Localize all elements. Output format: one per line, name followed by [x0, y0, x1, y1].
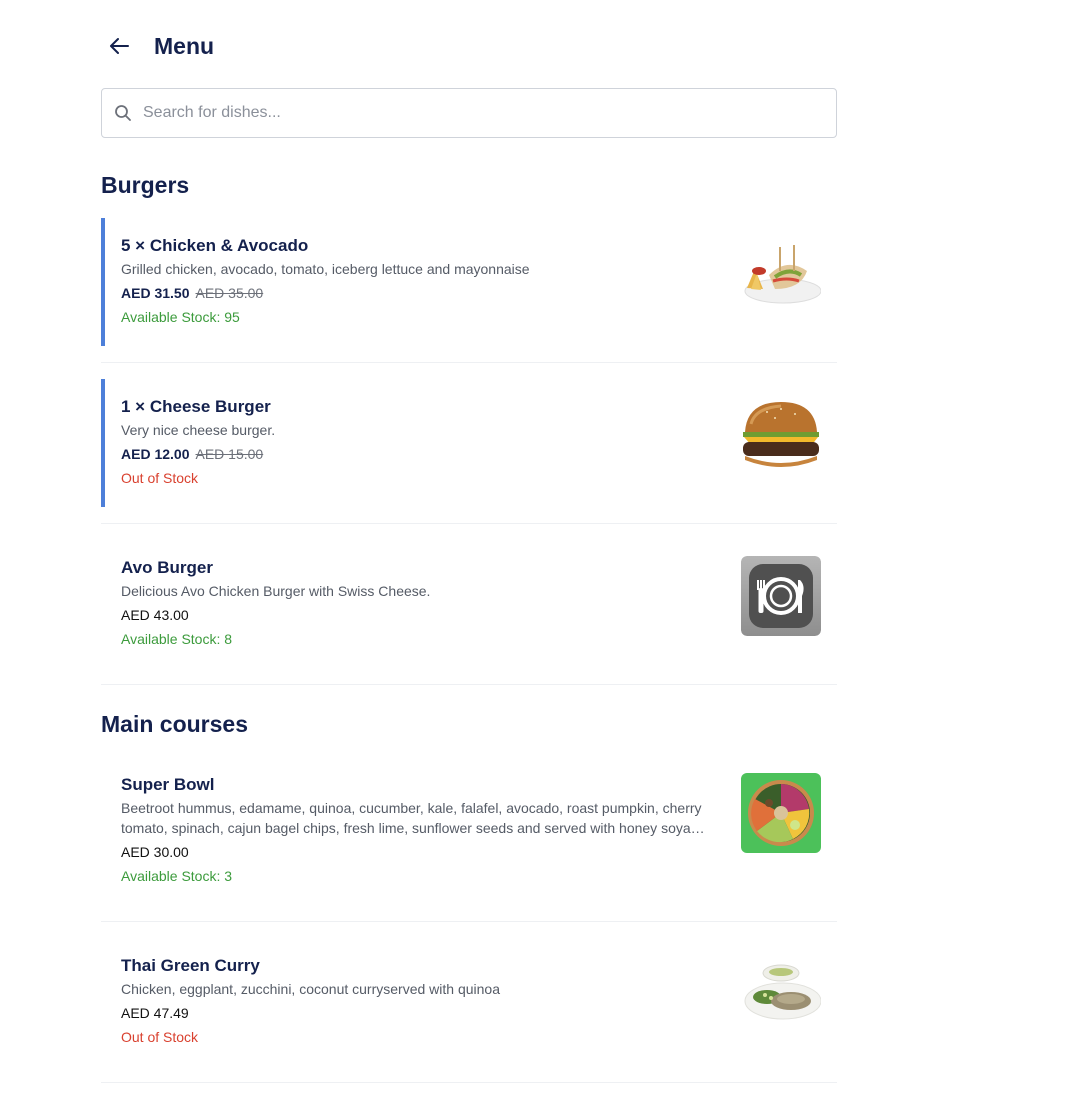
section-title-burgers: Burgers — [101, 172, 190, 198]
item-name: 1 × Cheese Burger — [121, 397, 271, 416]
item-name: Avo Burger — [121, 558, 213, 577]
item-old-price: AED 15.00 — [195, 446, 264, 462]
chicken-avocado-plate-photo — [741, 233, 821, 313]
item-stock: Available Stock: 95 — [121, 309, 240, 325]
back-button[interactable] — [101, 28, 137, 64]
item-price: AED 31.50 — [121, 285, 190, 301]
item-description: Very nice cheese burger. — [121, 422, 276, 438]
item-description: Grilled chicken, avocado, tomato, iceber… — [121, 261, 530, 277]
green-curry-photo — [741, 953, 821, 1033]
item-price: AED 12.00 — [121, 446, 190, 462]
page-title: Menu — [154, 32, 215, 59]
item-name: 5 × Chicken & Avocado — [121, 236, 309, 255]
item-price: AED 47.49 — [121, 1005, 189, 1021]
menu-item-chicken-avocado[interactable]: 5 × Chicken & Avocado Grilled chicken, a… — [101, 218, 837, 363]
item-name: Thai Green Curry — [121, 956, 260, 975]
item-stock: Available Stock: 8 — [121, 631, 233, 647]
item-description: Chicken, eggplant, zucchini, coconut cur… — [121, 981, 500, 997]
in-cart-indicator — [101, 379, 105, 507]
item-price: AED 43.00 — [121, 607, 189, 623]
cheese-burger-photo — [741, 394, 821, 474]
item-old-price: AED 35.00 — [195, 285, 264, 301]
in-cart-indicator — [101, 218, 105, 346]
item-price: AED 30.00 — [121, 844, 189, 860]
plate-cutlery-placeholder-icon — [741, 556, 821, 636]
item-description: Beetroot hummus, edamame, quinoa, cucumb… — [121, 800, 702, 836]
item-stock: Available Stock: 3 — [121, 868, 233, 884]
search-box[interactable] — [101, 88, 837, 138]
menu-item-cheese-burger[interactable]: 1 × Cheese Burger Very nice cheese burge… — [101, 379, 837, 524]
item-stock: Out of Stock — [121, 470, 199, 486]
item-description: Delicious Avo Chicken Burger with Swiss … — [121, 583, 431, 599]
item-name: Super Bowl — [121, 775, 215, 794]
page-header: Menu — [101, 28, 214, 64]
menu-item-thai-green-curry[interactable]: Thai Green Curry Chicken, eggplant, zucc… — [101, 938, 837, 1083]
item-stock: Out of Stock — [121, 1029, 199, 1045]
salad-bowl-photo — [741, 773, 821, 853]
menu-item-super-bowl[interactable]: Super Bowl Beetroot hummus, edamame, qui… — [101, 757, 837, 922]
search-icon — [113, 103, 133, 123]
search-input[interactable] — [143, 104, 803, 122]
section-title-main-courses: Main courses — [101, 711, 248, 737]
arrow-left-icon — [110, 38, 129, 54]
menu-item-avo-burger[interactable]: Avo Burger Delicious Avo Chicken Burger … — [101, 540, 837, 685]
